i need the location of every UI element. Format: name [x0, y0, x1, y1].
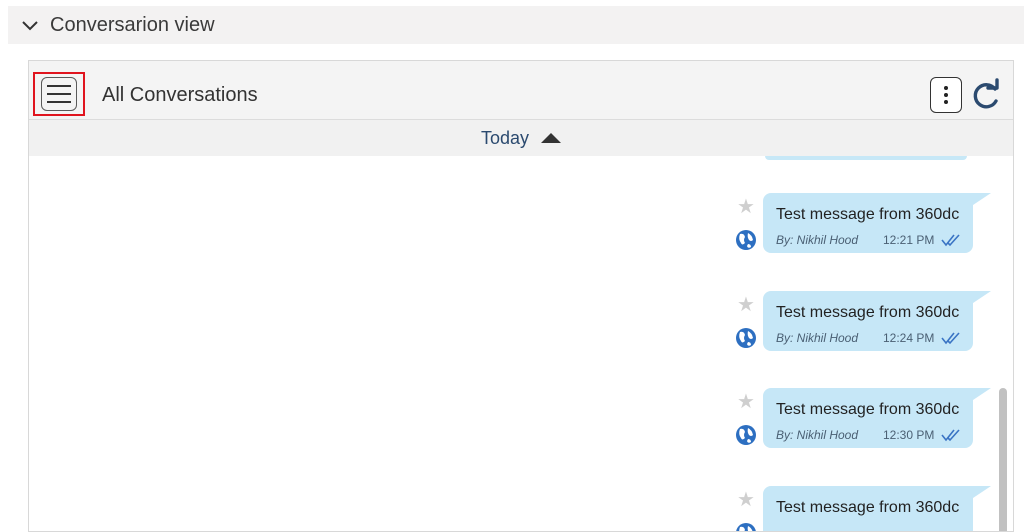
- previous-message-bubble: [765, 156, 967, 160]
- message-text: Test message from 360dc: [776, 401, 960, 418]
- caret-up-icon[interactable]: [541, 133, 562, 143]
- refresh-button[interactable]: [968, 77, 1004, 113]
- message-author: By: Nikhil Hood: [776, 233, 859, 247]
- message-text: Test message from 360dc: [776, 304, 960, 321]
- star-icon[interactable]: ★: [737, 490, 755, 510]
- star-icon[interactable]: ★: [737, 197, 755, 217]
- message-item: ★ Test message from 360dc: [729, 486, 999, 531]
- star-icon[interactable]: ★: [737, 392, 755, 412]
- star-icon[interactable]: ★: [737, 295, 755, 315]
- toolbar: All Conversations: [29, 61, 1013, 120]
- globe-icon: [736, 523, 756, 531]
- hamburger-icon: [41, 77, 77, 111]
- globe-icon: [736, 328, 756, 348]
- double-check-icon: [941, 332, 960, 345]
- menu-button[interactable]: [33, 72, 85, 116]
- globe-icon: [736, 425, 756, 445]
- day-label: Today: [480, 127, 530, 148]
- message-bubble[interactable]: Test message from 360dc By: Nikhil Hood …: [763, 291, 991, 351]
- section-header[interactable]: Conversarion view: [8, 6, 1024, 44]
- conversation-panel: All Conversations Today ★ Test message f…: [28, 60, 1014, 532]
- globe-icon: [736, 230, 756, 250]
- message-bubble[interactable]: Test message from 360dc By: Nikhil Hood …: [763, 193, 991, 253]
- more-options-button[interactable]: [930, 77, 962, 113]
- scrollbar-thumb[interactable]: [999, 388, 1007, 531]
- refresh-icon: [973, 78, 999, 109]
- message-item: ★ Test message from 360dc By: Nikhil Hoo…: [729, 193, 999, 255]
- message-item: ★ Test message from 360dc By: Nikhil Hoo…: [729, 388, 999, 450]
- kebab-icon: [944, 86, 948, 90]
- double-check-icon: [941, 234, 960, 247]
- day-header: Today: [29, 120, 1013, 156]
- message-text: Test message from 360dc: [776, 499, 960, 516]
- toolbar-title: All Conversations: [102, 84, 258, 106]
- message-time: 12:24 PM: [883, 331, 935, 345]
- message-text: Test message from 360dc: [776, 206, 960, 223]
- message-list: ★ Test message from 360dc By: Nikhil Hoo…: [29, 156, 1013, 531]
- message-bubble[interactable]: Test message from 360dc By: Nikhil Hood …: [763, 388, 991, 448]
- message-author: By: Nikhil Hood: [776, 331, 859, 345]
- message-bubble[interactable]: Test message from 360dc: [763, 486, 991, 531]
- message-time: 12:30 PM: [883, 428, 935, 442]
- message-author: By: Nikhil Hood: [776, 428, 859, 442]
- section-title: Conversarion view: [50, 13, 215, 36]
- message-item: ★ Test message from 360dc By: Nikhil Hoo…: [729, 291, 999, 353]
- chevron-down-icon[interactable]: [20, 16, 40, 36]
- double-check-icon: [941, 429, 960, 442]
- message-time: 12:21 PM: [883, 233, 935, 247]
